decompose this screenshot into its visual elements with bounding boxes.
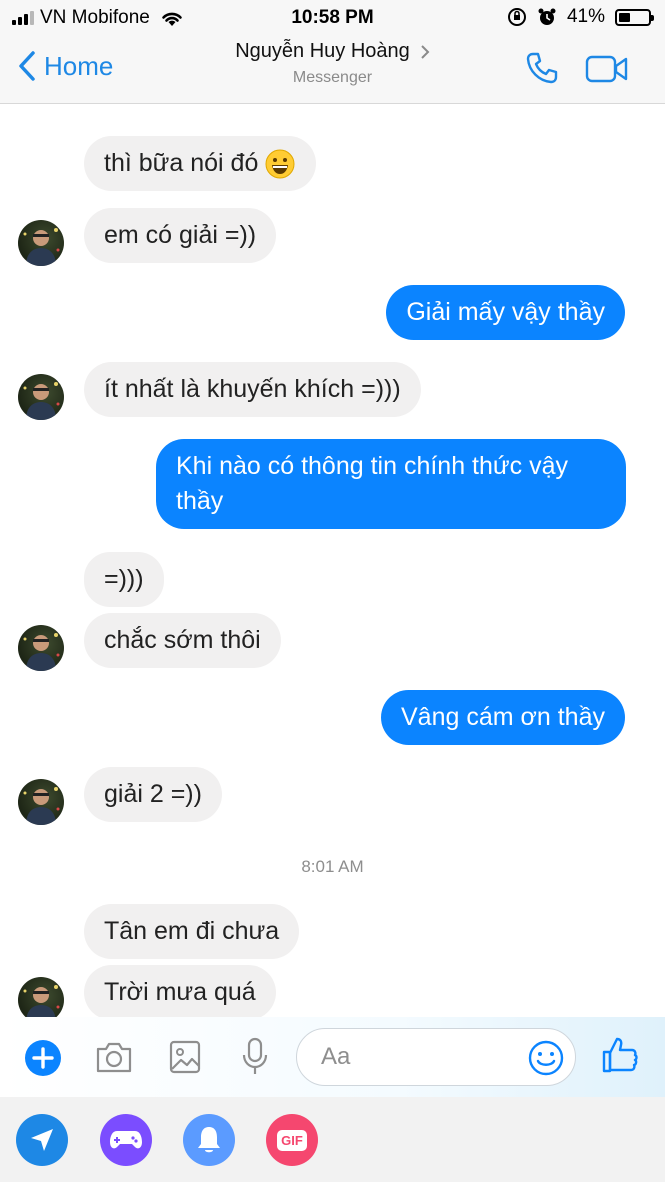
message-text: Giải mấy vậy thầy [406,298,605,326]
gif-icon: GIF [277,1129,307,1151]
message-text: Trời mưa quá [104,978,256,1006]
message-text: em có giải =)) [104,221,257,249]
message-timestamp: 8:01 AM [301,857,364,876]
gif-button[interactable]: GIF [266,1114,318,1166]
message-composer [0,1017,665,1097]
message-input-box[interactable] [296,1028,576,1086]
location-arrow-icon [31,1129,53,1151]
alarm-icon [538,8,556,25]
avatar-photo [23,228,60,266]
message-bubble-incoming[interactable]: Tân em đi chưa [84,904,300,959]
gif-label: GIF [281,1132,303,1148]
chevron-right-icon [421,44,430,59]
games-button[interactable] [100,1114,152,1166]
avatar-photo [23,633,60,671]
message-bubble-incoming[interactable]: chắc sớm thôi [84,613,281,668]
message-text: giải 2 =)) [104,780,202,808]
message-input[interactable] [321,1043,521,1071]
contact-avatar[interactable] [18,374,64,420]
message-text: thì bữa nói đó [104,149,259,177]
microphone-icon[interactable] [240,1037,270,1077]
extension-bar: GIF [0,1097,665,1182]
orientation-lock-icon [507,8,526,26]
message-bubble-incoming[interactable]: Trời mưa quá [84,965,276,1017]
avatar-photo [23,382,60,420]
message-text: =))) [104,565,144,593]
video-call-icon[interactable] [585,54,629,84]
add-icon[interactable] [24,1039,62,1077]
phone-call-icon[interactable] [524,50,560,86]
thumbs-up-icon[interactable] [600,1035,640,1075]
avatar-photo [23,985,60,1017]
contact-avatar[interactable] [18,220,64,266]
status-bar: VN Mobifone 10:58 PM 41% [0,0,665,36]
notification-button[interactable] [183,1114,235,1166]
message-bubble-outgoing[interactable]: Vâng cám ơn thầy [380,690,625,745]
contact-name: Nguyễn Huy Hoàng [235,40,410,62]
grinning-face-icon [265,149,295,179]
game-controller-icon [110,1131,142,1149]
message-bubble-incoming[interactable]: giải 2 =)) [84,767,222,822]
bell-icon [198,1127,220,1153]
message-text: Vâng cám ơn thầy [400,703,605,731]
message-text: ít nhất là khuyến khích =))) [104,375,401,403]
emoji-icon[interactable] [527,1039,565,1077]
battery-percent: 41% [566,6,605,27]
conversation-header: Home Nguyễn Huy Hoàng Messenger [0,36,665,104]
contact-avatar[interactable] [18,977,64,1017]
message-bubble-incoming[interactable]: ít nhất là khuyến khích =))) [84,362,421,417]
message-bubble-incoming[interactable]: =))) [84,552,164,607]
message-bubble-incoming[interactable]: em có giải =)) [84,208,277,263]
message-bubble-outgoing[interactable]: Khi nào có thông tin chính thức vậy thầy [156,439,626,529]
contact-subtitle: Messenger [292,69,373,86]
message-bubble-incoming[interactable]: thì bữa nói đó [84,136,317,191]
contact-title[interactable]: Nguyễn Huy Hoàng Messenger [0,40,665,87]
avatar-photo [23,787,60,825]
contact-avatar[interactable] [18,779,64,825]
message-text: chắc sớm thôi [104,626,261,654]
contact-avatar[interactable] [18,625,64,671]
location-button[interactable] [16,1114,68,1166]
message-text: Tân em đi chưa [104,917,280,945]
photo-gallery-icon[interactable] [168,1039,202,1075]
battery-icon [615,8,654,26]
camera-icon[interactable] [94,1039,134,1075]
message-list[interactable]: thì bữa nói đó em có giải =)) Giải mấy v… [0,105,665,1017]
message-bubble-outgoing[interactable]: Giải mấy vậy thầy [386,285,625,340]
message-text: Khi nào có thông tin chính thức vậy thầy [176,452,568,515]
